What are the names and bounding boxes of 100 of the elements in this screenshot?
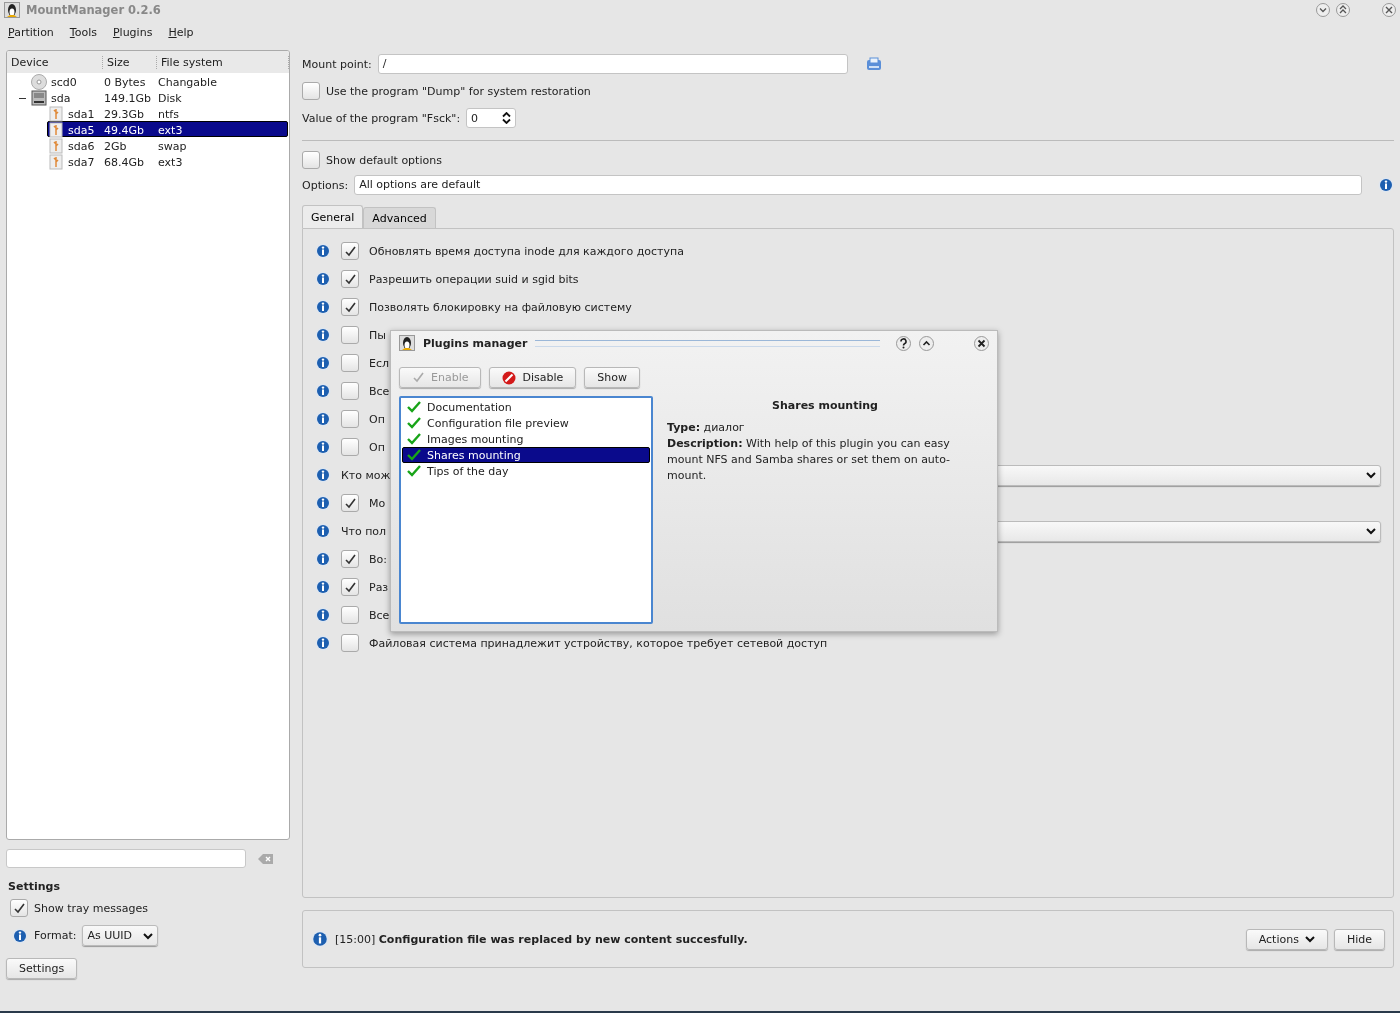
partition-icon	[48, 154, 64, 170]
device-row[interactable]: sda7 68.4Gb ext3	[47, 153, 288, 169]
device-size: 68.4Gb	[104, 155, 145, 169]
options-field[interactable]: All options are default	[354, 175, 1362, 195]
plugin-item[interactable]: Tips of the day	[402, 463, 650, 479]
show-button[interactable]: Show	[584, 367, 640, 388]
checkbox[interactable]	[341, 242, 359, 260]
caret-icon	[1366, 527, 1376, 535]
checkbox-label: Use the program "Dump" for system restoration	[326, 84, 591, 98]
option-label: Все	[369, 384, 390, 398]
option-label: Есл	[369, 356, 390, 370]
option-label: Оп	[369, 412, 385, 426]
info-icon	[315, 327, 331, 343]
partition-icon	[48, 138, 64, 154]
plugin-item[interactable]: Configuration file preview	[402, 415, 650, 431]
stop-icon	[502, 370, 517, 385]
info-icon	[315, 383, 331, 399]
plugin-item[interactable]: Documentation	[402, 399, 650, 415]
checkbox[interactable]	[302, 151, 320, 169]
checkbox[interactable]	[341, 438, 359, 456]
hard-drive-icon	[31, 90, 47, 106]
info-icon	[311, 930, 329, 948]
device-name: sda	[51, 91, 71, 105]
device-name: sda7	[68, 155, 95, 169]
checkbox[interactable]	[341, 494, 359, 512]
dialog-title: Plugins manager	[423, 336, 528, 350]
tab[interactable]: General	[302, 205, 364, 228]
file-system: Disk	[158, 91, 183, 105]
info-icon	[315, 495, 331, 511]
menu-item[interactable]: Help	[162, 23, 200, 41]
info-icon	[315, 635, 331, 651]
device-row[interactable]: sda5 49.4Gb ext3	[47, 121, 288, 137]
mount-point-field[interactable]: /	[377, 54, 848, 74]
menu-item[interactable]: Partition	[2, 23, 60, 41]
maximize-icon[interactable]	[1336, 3, 1350, 17]
file-system: ext3	[158, 123, 184, 137]
checkbox[interactable]	[341, 606, 359, 624]
column-header[interactable]: Size	[103, 55, 157, 69]
info-icon	[315, 355, 331, 371]
device-row[interactable]: sda1 29.3Gb ntfs	[47, 105, 288, 121]
hide-button[interactable]: Hide	[1333, 928, 1385, 950]
device-size: 149.1Gb	[104, 91, 152, 105]
checkbox[interactable]	[341, 578, 359, 596]
section-title: Settings	[8, 880, 61, 893]
device-size: 49.4Gb	[104, 123, 145, 137]
checkbox[interactable]	[341, 354, 359, 372]
menu-item[interactable]: Plugins	[106, 23, 159, 41]
partition-icon	[48, 122, 64, 138]
actions-button[interactable]: Actions	[1245, 928, 1328, 950]
field-label: Mount point:	[302, 57, 372, 71]
info-icon	[12, 927, 28, 944]
close-icon[interactable]	[974, 335, 989, 351]
option-label: Пы	[369, 328, 386, 342]
spin-arrows-icon[interactable]	[502, 112, 512, 124]
settings-button[interactable]: Settings	[6, 958, 78, 979]
save-icon[interactable]	[865, 57, 882, 71]
checkbox[interactable]	[10, 899, 28, 917]
checkbox[interactable]	[341, 410, 359, 428]
status-message: [15:00] Configuration file was replaced by new content succesfully.	[335, 932, 748, 946]
checkbox[interactable]	[341, 298, 359, 316]
device-row[interactable]: sda6 2Gb swap	[47, 137, 288, 153]
column-header[interactable]: Device	[7, 55, 103, 69]
file-system: swap	[158, 139, 188, 153]
checkbox[interactable]	[302, 82, 320, 100]
format-dropdown[interactable]: As UUID	[82, 925, 159, 946]
info-icon	[315, 579, 331, 595]
plugin-item[interactable]: Shares mounting	[402, 447, 650, 463]
device-row[interactable]: sda 149.1Gb Disk	[17, 89, 288, 105]
help-icon[interactable]	[896, 335, 911, 351]
checkbox[interactable]	[341, 326, 359, 344]
file-system: Changable	[158, 75, 218, 89]
info-icon	[1378, 177, 1394, 193]
filter-field[interactable]	[6, 849, 246, 868]
menu-item[interactable]: Tools	[63, 23, 103, 41]
option-label: Разрешить операции suid и sgid bits	[369, 272, 579, 286]
column-header[interactable]: File system	[157, 55, 289, 69]
caret-icon	[1366, 471, 1376, 479]
option-label: Что пол	[341, 524, 387, 538]
caret-icon	[143, 931, 154, 940]
fsck-spinbox[interactable]: 0	[466, 108, 517, 128]
checkbox[interactable]	[341, 634, 359, 652]
info-icon	[315, 411, 331, 427]
checkbox[interactable]	[341, 382, 359, 400]
device-name: sda5	[68, 123, 95, 137]
plugin-item[interactable]: Images mounting	[402, 431, 650, 447]
caret-icon	[1304, 935, 1315, 943]
tab[interactable]: Advanced	[363, 207, 436, 228]
option-label: Обновлять время доступа inode для каждого доступа	[369, 244, 684, 258]
device-row[interactable]: scd0 0 Bytes Changable	[17, 73, 288, 89]
disable-button[interactable]: Disable	[489, 367, 577, 388]
option-label: Все	[369, 608, 390, 622]
minimize-icon[interactable]	[1316, 3, 1330, 17]
penguin-icon	[399, 335, 415, 351]
collapse-icon[interactable]	[919, 335, 934, 351]
format-label: Format:	[34, 929, 77, 942]
checkbox[interactable]	[341, 550, 359, 568]
close-icon[interactable]	[1382, 3, 1396, 17]
window-title: MountManager 0.2.6	[26, 3, 161, 17]
checkbox[interactable]	[341, 270, 359, 288]
info-icon	[315, 607, 331, 623]
